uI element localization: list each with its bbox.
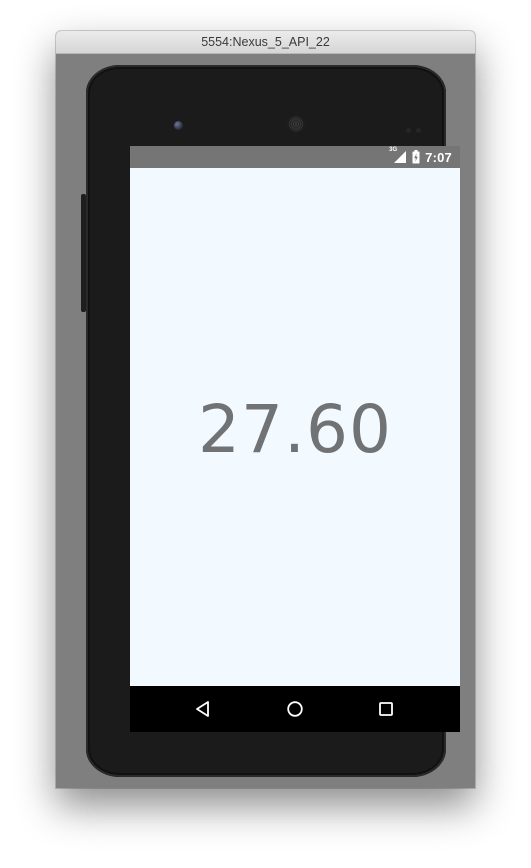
- status-icons: 3G 7:07: [389, 146, 452, 168]
- network-type-label: 3G: [389, 147, 398, 153]
- home-button[interactable]: [283, 697, 307, 721]
- signal-icon: 3G: [389, 147, 407, 164]
- recent-apps-icon: [379, 702, 393, 716]
- back-icon: [196, 701, 209, 717]
- window-title: 5554:Nexus_5_API_22: [201, 35, 330, 49]
- proximity-sensor-icon: [406, 120, 428, 133]
- device-screen: 3G 7:07 27.60: [130, 146, 460, 732]
- front-camera-icon: [174, 121, 183, 130]
- app-content: 27.60: [130, 168, 460, 686]
- emulator-skin: 3G 7:07 27.60: [56, 54, 475, 788]
- navigation-bar: [130, 686, 460, 732]
- back-button[interactable]: [191, 697, 215, 721]
- status-clock: 7:07: [425, 149, 452, 165]
- battery-charging-icon: [412, 150, 420, 164]
- window-titlebar[interactable]: 5554:Nexus_5_API_22: [56, 31, 475, 54]
- emulator-window: 5554:Nexus_5_API_22 3G 7:07 27.60: [56, 31, 475, 788]
- recent-apps-button[interactable]: [374, 697, 398, 721]
- temperature-value: 27.60: [198, 390, 392, 468]
- status-bar: 3G 7:07: [130, 146, 460, 168]
- home-icon: [287, 701, 303, 717]
- earpiece-speaker-icon: [287, 115, 305, 133]
- device-frame: 3G 7:07 27.60: [86, 65, 460, 777]
